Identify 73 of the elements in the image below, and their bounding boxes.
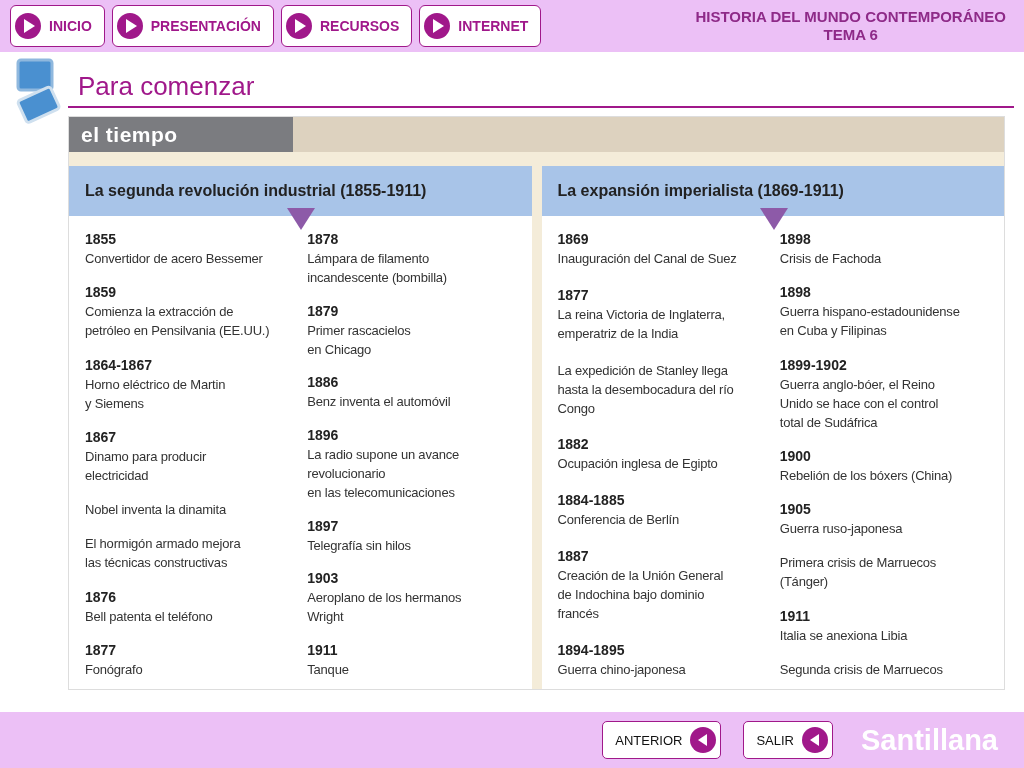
event-text: Dinamo para producir electricidad bbox=[85, 447, 207, 485]
course-subtitle: TEMA 6 bbox=[823, 26, 878, 44]
event-year: 1867 bbox=[85, 427, 118, 447]
event-text: Benz inventa el automóvil bbox=[307, 393, 452, 412]
event-text: Conferencia de Berlín bbox=[557, 511, 681, 530]
nav-button[interactable]: INTERNET bbox=[419, 5, 542, 47]
nav-button[interactable]: PRESENTACIÓN bbox=[111, 5, 274, 47]
event-year: 1896 bbox=[307, 425, 340, 445]
play-icon bbox=[286, 13, 312, 39]
event-text: Tanque bbox=[307, 660, 350, 679]
event-year: 1876 bbox=[85, 587, 118, 607]
event-text: Telegrafía sin hilos bbox=[307, 536, 412, 555]
panel-title: La expansión imperialista (1869-1911) bbox=[557, 182, 844, 200]
event-year: 1877 bbox=[557, 285, 590, 305]
event-text: Lámpara de filamento incandescente (bombilla) bbox=[307, 250, 448, 287]
event-text: La reina Victoria de Inglaterra, emperatriz de la India bbox=[557, 305, 727, 343]
event-text: Inauguración del Canal de Suez bbox=[557, 250, 738, 268]
event-text: Segunda crisis de Marruecos bbox=[779, 660, 944, 679]
event-text: Fonógrafo bbox=[85, 660, 144, 679]
event-year: 1884-1885 bbox=[557, 491, 626, 511]
event-text: Guerra chino-japonesa bbox=[557, 660, 687, 679]
event-text: Guerra ruso-japonesa bbox=[779, 520, 904, 539]
down-triangle-icon bbox=[287, 208, 315, 230]
event-text: Primera crisis de Marruecos (Tánger) bbox=[779, 554, 938, 592]
brand-logo: Santillana bbox=[861, 723, 998, 757]
event-year: 1911 bbox=[779, 606, 812, 626]
event-year: 1859 bbox=[85, 283, 118, 303]
panel-title: La segunda revolución industrial (1855-1911) bbox=[85, 182, 427, 200]
event-year: 1877 bbox=[85, 640, 118, 660]
event-year: 1897 bbox=[307, 516, 340, 536]
page-title: Para comenzar bbox=[78, 71, 256, 102]
play-icon bbox=[116, 13, 143, 39]
event-text: Italia se anexiona Libia bbox=[779, 626, 909, 645]
event-text: Ocupación inglesa de Egipto bbox=[557, 455, 719, 474]
play-icon bbox=[424, 13, 451, 39]
event-year: 1905 bbox=[779, 500, 812, 520]
event-text: La expedición de Stanley llega hasta la desembocadura del río Congo bbox=[557, 361, 735, 418]
event-year: 1898 bbox=[779, 283, 812, 303]
event-text: Nobel inventa la dinamita bbox=[85, 501, 227, 520]
event-year: 1894-1895 bbox=[557, 640, 626, 660]
event-text: Rebelión de los bóxers (China) bbox=[779, 466, 954, 485]
event-year: 1898 bbox=[779, 230, 812, 249]
down-triangle-icon bbox=[759, 208, 788, 230]
event-text: La radio supone un avance revolucionario en las telecomunicaciones bbox=[307, 445, 461, 502]
event-year: 1869 bbox=[557, 230, 590, 249]
event-year: 1878 bbox=[307, 230, 340, 249]
play-icon bbox=[15, 13, 41, 39]
event-year: 1855 bbox=[85, 230, 118, 249]
event-year: 1887 bbox=[557, 547, 590, 567]
event-text: Comienza la extracción de petróleo en Pensilvania (EE.UU.) bbox=[85, 303, 271, 341]
footer-button[interactable]: ANTERIOR bbox=[602, 721, 722, 759]
event-text: Convertidor de acero Bessemer bbox=[85, 250, 264, 268]
event-text: El hormigón armado mejora las técnicas constructivas bbox=[85, 535, 242, 573]
event-year: 1900 bbox=[779, 446, 812, 466]
event-year: 1899-1902 bbox=[779, 355, 848, 375]
event-year: 1879 bbox=[307, 301, 340, 321]
event-text: Aeroplano de los hermanos Wright bbox=[307, 589, 463, 627]
nav-button[interactable]: RECURSOS bbox=[281, 5, 413, 47]
event-text: Guerra anglo-bóer, el Reino Unido se hace con el control total de Sudáfrica bbox=[779, 375, 940, 432]
nav-button[interactable]: INICIO bbox=[10, 5, 105, 47]
footer-button[interactable]: SALIR bbox=[743, 721, 833, 759]
event-text: Horno eléctrico de Martin y Siemens bbox=[85, 375, 227, 413]
event-text: Creación de la Unión General de Indochina bajo dominio francés bbox=[557, 567, 725, 624]
event-year: 1903 bbox=[307, 569, 340, 589]
event-year: 1886 bbox=[307, 373, 340, 393]
event-year: 1911 bbox=[307, 640, 339, 660]
course-title: HISTORIA DEL MUNDO CONTEMPORÁNEO bbox=[695, 8, 1006, 26]
event-text: Primer rascacielos en Chicago bbox=[307, 321, 412, 359]
event-year: 1864-1867 bbox=[85, 355, 153, 375]
event-year: 1882 bbox=[557, 435, 590, 455]
event-text: Crisis de Fachoda bbox=[779, 250, 883, 268]
event-text: Bell patenta el teléfono bbox=[85, 607, 214, 626]
event-text: Guerra hispano-estadounidense en Cuba y Filipinas bbox=[779, 303, 961, 341]
